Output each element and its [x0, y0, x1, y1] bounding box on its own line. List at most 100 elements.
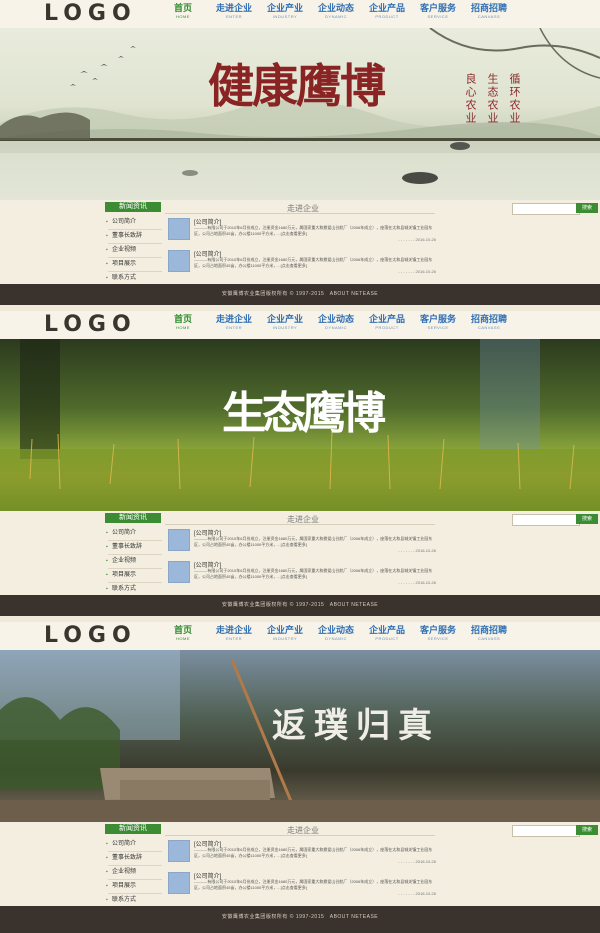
- nav-label: 走进企业: [215, 3, 252, 13]
- nav-service[interactable]: 客户服务 SERVICE: [413, 4, 463, 19]
- sidebar-item[interactable]: 董事长致辞: [106, 541, 162, 555]
- sidebar-menu: 公司简介 董事长致辞 企业视频 项目展示 联系方式: [106, 527, 162, 597]
- search-input[interactable]: [512, 514, 580, 526]
- banner-moss: 生态鹰博: [0, 339, 600, 511]
- nav-label: 客户服务: [419, 625, 456, 635]
- sidebar-heading: 新闻资讯: [105, 513, 161, 523]
- nav-dynamic[interactable]: 企业动态 DYNAMIC: [311, 4, 361, 19]
- news-description: ----------有限公司于2010年6月份成立，注册资金1680万元，属国家…: [194, 257, 433, 268]
- footer: 安徽鹰博农业集团版权所有 © 1997-2015 ABOUT NETEASE: [0, 595, 600, 616]
- slogan-1: 良心农业: [464, 73, 477, 125]
- news-item[interactable]: [公司简介] ----------有限公司于2010年6月份成立，注册资金168…: [166, 527, 438, 557]
- logo[interactable]: LOGO: [44, 622, 137, 650]
- header: LOGO 首页 HOME 走进企业 ENTER 企业产业 INDUSTRY 企业动态 D…: [0, 622, 600, 650]
- nav-label: 客户服务: [419, 3, 456, 13]
- nav-label: 首页: [173, 625, 192, 635]
- news-thumbnail[interactable]: [168, 840, 190, 862]
- nav-service[interactable]: 客户服务 SERVICE: [413, 315, 463, 330]
- search-input[interactable]: [512, 203, 580, 215]
- design-panel-3: LOGO 首页 HOME 走进企业 ENTER 企业产业 INDUSTRY 企业动态 D…: [0, 622, 600, 933]
- news-date: - - - - - - - 2016-10-26: [398, 237, 436, 242]
- search-button[interactable]: 搜索: [576, 514, 598, 524]
- nav-label: 企业产业: [266, 625, 303, 635]
- nav-dynamic[interactable]: 企业动态 DYNAMIC: [311, 626, 361, 641]
- nav-home[interactable]: 首页 HOME: [158, 315, 208, 330]
- sidebar-menu: 公司简介 董事长致辞 企业视频 项目展示 联系方式: [106, 216, 162, 286]
- news-thumbnail[interactable]: [168, 250, 190, 272]
- banner-title-return: 返璞归真: [272, 706, 440, 746]
- nav-label: 招商招聘: [470, 314, 507, 324]
- nav-sublabel: HOME: [176, 325, 190, 330]
- nav-enter[interactable]: 走进企业 ENTER: [209, 626, 259, 641]
- nav-sublabel: SERVICE: [427, 14, 449, 19]
- nav-sublabel: INDUSTRY: [272, 325, 298, 330]
- search-button[interactable]: 搜索: [576, 203, 598, 213]
- news-date: - - - - - - - 2016-10-26: [398, 859, 436, 864]
- nav-industry[interactable]: 企业产业 INDUSTRY: [260, 315, 310, 330]
- nav-label: 企业产品: [368, 625, 405, 635]
- nav-label: 走进企业: [215, 314, 252, 324]
- nav-label: 企业产业: [266, 3, 303, 13]
- news-item[interactable]: [公司简介] ----------有限公司于2010年6月份成立，注册资金168…: [166, 248, 438, 278]
- nav-canvass[interactable]: 招商招聘 CANVASS: [464, 315, 514, 330]
- news-item[interactable]: [公司简介] ----------有限公司于2010年6月份成立，注册资金168…: [166, 559, 438, 589]
- nav-sublabel: INDUSTRY: [272, 636, 298, 641]
- nav-sublabel: HOME: [176, 636, 190, 641]
- nav-canvass[interactable]: 招商招聘 CANVASS: [464, 626, 514, 641]
- logo[interactable]: LOGO: [44, 311, 137, 339]
- nav-industry[interactable]: 企业产业 INDUSTRY: [260, 4, 310, 19]
- nav-sublabel: DYNAMIC: [325, 14, 347, 19]
- news-item[interactable]: [公司简介] ----------有限公司于2010年6月份成立，注册资金168…: [166, 216, 438, 246]
- nav-label: 企业动态: [317, 314, 354, 324]
- sidebar-item[interactable]: 项目展示: [106, 258, 162, 272]
- nav-label: 企业产品: [368, 3, 405, 13]
- news-date: - - - - - - - 2016-10-26: [398, 891, 436, 896]
- nav-label: 招商招聘: [470, 625, 507, 635]
- nav-dynamic[interactable]: 企业动态 DYNAMIC: [311, 315, 361, 330]
- nav-label: 客户服务: [419, 314, 456, 324]
- news-thumbnail[interactable]: [168, 872, 190, 894]
- sidebar-item[interactable]: 企业视频: [106, 244, 162, 258]
- nav-sublabel: ENTER: [225, 636, 243, 641]
- sidebar-item[interactable]: 董事长致辞: [106, 852, 162, 866]
- search-input[interactable]: [512, 825, 580, 837]
- header: LOGO 首页 HOME 走进企业 ENTER 企业产业 INDUSTRY 企业动态 D…: [0, 311, 600, 339]
- news-thumbnail[interactable]: [168, 561, 190, 583]
- sidebar-item[interactable]: 项目展示: [106, 880, 162, 894]
- news-item[interactable]: [公司简介] ----------有限公司于2010年6月份成立，注册资金168…: [166, 838, 438, 868]
- news-thumbnail[interactable]: [168, 218, 190, 240]
- divider: [165, 835, 435, 836]
- nav-product[interactable]: 企业产品 PRODUCT: [362, 315, 412, 330]
- sidebar-item[interactable]: 企业视频: [106, 866, 162, 880]
- main-nav: 首页 HOME 走进企业 ENTER 企业产业 INDUSTRY 企业动态 DYNAMI…: [158, 4, 515, 19]
- sidebar-item[interactable]: 公司简介: [106, 838, 162, 852]
- news-item[interactable]: [公司简介] ----------有限公司于2010年6月份成立，注册资金168…: [166, 870, 438, 900]
- nav-product[interactable]: 企业产品 PRODUCT: [362, 4, 412, 19]
- nav-product[interactable]: 企业产品 PRODUCT: [362, 626, 412, 641]
- search-button[interactable]: 搜索: [576, 825, 598, 835]
- sidebar-item[interactable]: 公司简介: [106, 527, 162, 541]
- nav-home[interactable]: 首页 HOME: [158, 4, 208, 19]
- nav-service[interactable]: 客户服务 SERVICE: [413, 626, 463, 641]
- nav-enter[interactable]: 走进企业 ENTER: [209, 4, 259, 19]
- news-date: - - - - - - - 2016-10-26: [398, 580, 436, 585]
- sidebar-menu: 公司简介 董事长致辞 企业视频 项目展示 联系方式: [106, 838, 162, 908]
- sidebar-item[interactable]: 董事长致辞: [106, 230, 162, 244]
- news-description: ----------有限公司于2010年6月份成立，注册资金1680万元，属国家…: [194, 879, 433, 890]
- footer: 安徽鹰博农业集团版权所有 © 1997-2015 ABOUT NETEASE: [0, 284, 600, 305]
- logo[interactable]: LOGO: [44, 0, 137, 28]
- nav-home[interactable]: 首页 HOME: [158, 626, 208, 641]
- sidebar-item[interactable]: 项目展示: [106, 569, 162, 583]
- nav-canvass[interactable]: 招商招聘 CANVASS: [464, 4, 514, 19]
- nav-enter[interactable]: 走进企业 ENTER: [209, 315, 259, 330]
- sidebar-item[interactable]: 企业视频: [106, 555, 162, 569]
- nav-industry[interactable]: 企业产业 INDUSTRY: [260, 626, 310, 641]
- nav-sublabel: PRODUCT: [375, 14, 399, 19]
- nav-sublabel: PRODUCT: [375, 325, 399, 330]
- footer: 安徽鹰博农业集团版权所有 © 1997-2015 ABOUT NETEASE: [0, 906, 600, 933]
- nav-sublabel: CANVASS: [477, 325, 501, 330]
- news-thumbnail[interactable]: [168, 529, 190, 551]
- nav-sublabel: HOME: [176, 14, 190, 19]
- sidebar-item[interactable]: 公司简介: [106, 216, 162, 230]
- nav-sublabel: CANVASS: [477, 636, 501, 641]
